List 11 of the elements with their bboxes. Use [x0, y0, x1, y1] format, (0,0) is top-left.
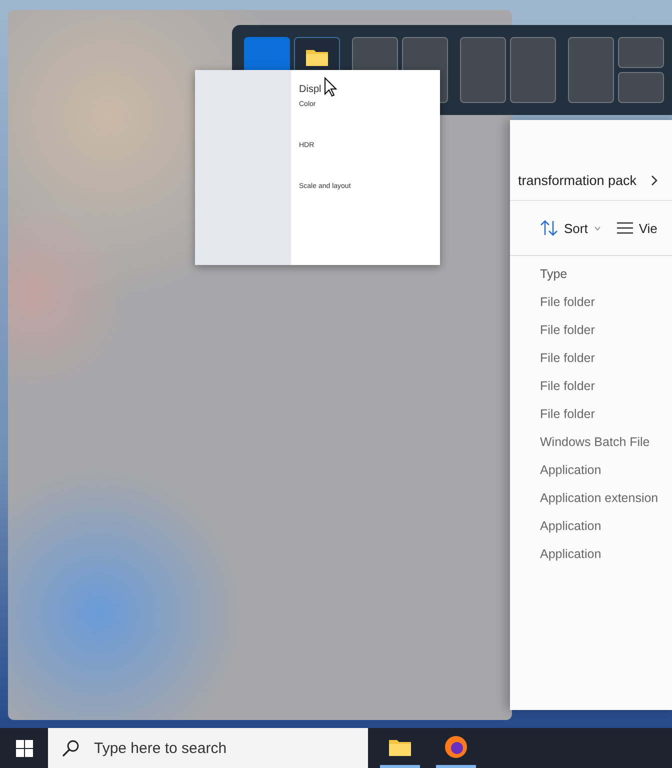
- type-cell-text: Application: [540, 546, 602, 563]
- type-cell-text: File folder: [540, 378, 596, 395]
- type-cell-text: Windows Batch File: [540, 434, 651, 451]
- type-cell-text: File folder: [540, 350, 596, 367]
- type-cell-text: File folder: [540, 294, 596, 311]
- type-cell-text: Application extension: [540, 490, 660, 507]
- type-cell-text: Application: [540, 518, 602, 535]
- type-cell-text: Application: [540, 462, 602, 479]
- type-cell-text: File folder: [540, 322, 596, 339]
- page-title: Displ: [299, 84, 322, 95]
- type-cell-text: File folder: [540, 406, 596, 423]
